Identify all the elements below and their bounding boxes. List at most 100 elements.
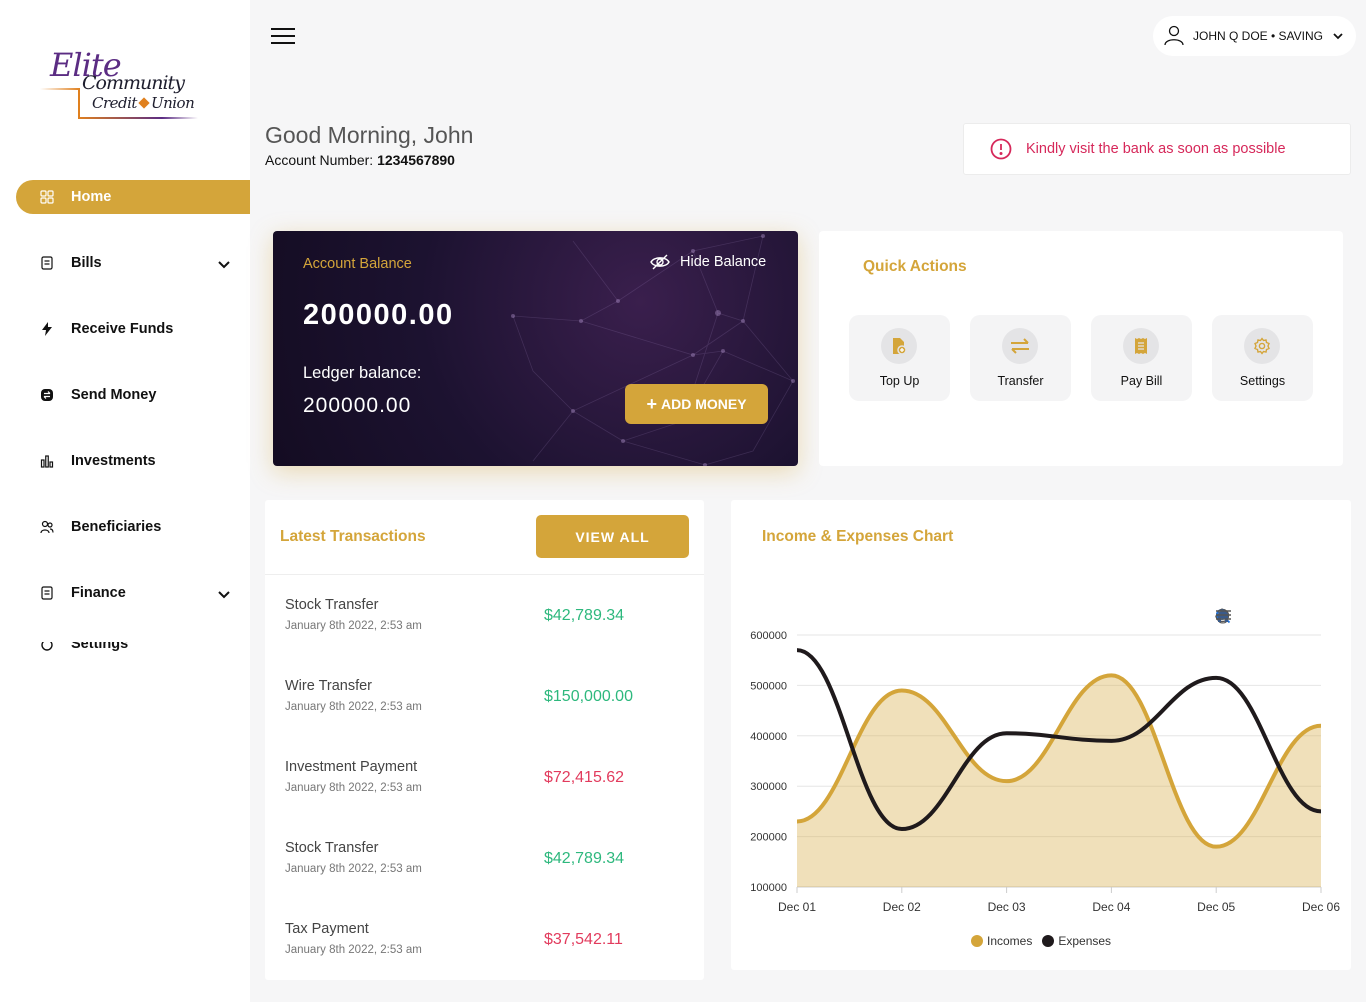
sidebar-item-receive-funds[interactable]: Receive Funds	[16, 312, 250, 346]
add-money-button[interactable]: + ADD MONEY	[625, 384, 768, 424]
transaction-date: January 8th 2022, 2:53 am	[285, 944, 422, 956]
transaction-row[interactable]: Wire Transfer January 8th 2022, 2:53 am …	[265, 678, 704, 759]
add-money-label: ADD MONEY	[660, 396, 747, 412]
sidebar-item-investments[interactable]: Investments	[16, 444, 250, 478]
view-all-button[interactable]: VIEW ALL	[536, 515, 689, 558]
quick-actions-title: Quick Actions	[863, 258, 967, 275]
transaction-date: January 8th 2022, 2:53 am	[285, 782, 422, 794]
sidebar-item-beneficiaries[interactable]: Beneficiaries	[16, 510, 250, 544]
sidebar-item-label: Bills	[71, 255, 102, 271]
quick-action-transfer[interactable]: Transfer	[970, 315, 1071, 401]
balance-title: Account Balance	[303, 256, 412, 272]
legend-item-incomes[interactable]: Incomes	[971, 934, 1032, 948]
x-tick-label: Dec 02	[883, 900, 921, 914]
transaction-amount: $150,000.00	[544, 688, 633, 705]
logo-stroke	[78, 117, 198, 119]
sidebar-item-settings[interactable]: Settings	[16, 642, 250, 652]
sidebar-item-label: Beneficiaries	[71, 519, 162, 535]
logo-stroke	[40, 88, 80, 90]
users-icon	[40, 520, 54, 534]
transaction-title: Stock Transfer	[285, 840, 379, 856]
sidebar-nav: Home Bills Receive Funds Send Money Inve…	[16, 180, 250, 684]
sidebar-item-label: Send Money	[71, 387, 157, 403]
account-number-value: 1234567890	[377, 152, 455, 168]
legend-marker	[971, 935, 983, 947]
grid-icon	[40, 190, 54, 204]
plus-icon: +	[646, 393, 657, 414]
alert-banner: Kindly visit the bank as soon as possibl…	[963, 123, 1351, 175]
sidebar-item-label: Settings	[71, 642, 129, 652]
legend-item-expenses[interactable]: Expenses	[1042, 934, 1111, 948]
quick-action-settings[interactable]: Settings	[1212, 315, 1313, 401]
bill-icon	[1123, 328, 1159, 364]
chart-legend: Incomes Expenses	[971, 934, 1121, 948]
quick-action-pay-bill[interactable]: Pay Bill	[1091, 315, 1192, 401]
income-expenses-chart-card: Income & Expenses Chart 100000 200000 3000…	[731, 500, 1351, 970]
sidebar-item-bills[interactable]: Bills	[16, 246, 250, 280]
balance-amount: 200000.00	[303, 299, 454, 331]
transaction-row[interactable]: Tax Payment January 8th 2022, 2:53 am $3…	[265, 921, 704, 1002]
bolt-icon	[40, 322, 54, 336]
legend-marker	[1042, 935, 1055, 947]
x-tick-label: Dec 06	[1302, 900, 1340, 914]
transaction-row[interactable]: Stock Transfer January 8th 2022, 2:53 am…	[265, 597, 704, 678]
income-expenses-chart: 100000 200000 300000 400000 500000 600000 Dec …	[750, 630, 1340, 914]
transaction-title: Stock Transfer	[285, 597, 379, 613]
logo-text-credit-union: Credit Union	[92, 94, 195, 112]
x-tick-label: Dec 01	[778, 900, 816, 914]
send-icon	[40, 388, 54, 402]
hide-balance-toggle[interactable]: Hide Balance	[650, 254, 766, 270]
x-tick-label: Dec 04	[1092, 900, 1130, 914]
transaction-title: Tax Payment	[285, 921, 369, 937]
brand-logo[interactable]: Elite Community Credit Union	[36, 44, 206, 124]
menu-toggle-button[interactable]	[271, 28, 295, 46]
y-tick-label: 300000	[750, 781, 787, 793]
quick-action-label: Top Up	[879, 374, 920, 388]
hide-balance-label: Hide Balance	[680, 254, 767, 270]
transaction-row[interactable]: Investment Payment January 8th 2022, 2:5…	[265, 759, 704, 840]
y-tick-label: 200000	[750, 832, 787, 844]
account-number-label: Account Number:	[265, 152, 374, 168]
receipt-icon	[40, 586, 54, 600]
logo-text-community: Community	[82, 72, 185, 94]
quick-actions-card: Quick Actions Top Up Transfer Pay Bill S…	[819, 231, 1343, 466]
user-icon	[1163, 24, 1185, 49]
legend-label: Incomes	[987, 934, 1033, 948]
transaction-amount: $42,789.34	[544, 850, 625, 867]
sidebar: Elite Community Credit Union Home Bills R…	[0, 0, 250, 1002]
user-name-label: JOHN Q DOE • SAVING	[1193, 29, 1323, 43]
latest-transactions-card: Latest Transactions VIEW ALL Stock Trans…	[265, 500, 704, 980]
user-menu-dropdown[interactable]: JOHN Q DOE • SAVING	[1153, 16, 1356, 56]
x-tick-label: Dec 03	[988, 900, 1026, 914]
y-tick-label: 500000	[750, 680, 787, 692]
sidebar-item-label: Investments	[71, 453, 156, 469]
transaction-row[interactable]: Stock Transfer January 8th 2022, 2:53 am…	[265, 840, 704, 921]
transaction-date: January 8th 2022, 2:53 am	[285, 863, 422, 875]
alert-circle-icon	[990, 138, 1012, 160]
transaction-date: January 8th 2022, 2:53 am	[285, 701, 422, 713]
sidebar-item-home[interactable]: Home	[16, 180, 250, 214]
transfer-icon	[1002, 328, 1038, 364]
gear-icon	[40, 642, 54, 652]
bar-chart-icon	[40, 454, 54, 468]
legend-label: Expenses	[1058, 934, 1112, 948]
chevron-down-icon[interactable]	[218, 257, 230, 273]
quick-action-top-up[interactable]: Top Up	[849, 315, 950, 401]
alert-text: Kindly visit the bank as soon as possibl…	[1026, 141, 1286, 157]
sidebar-item-label: Home	[71, 189, 112, 205]
sidebar-item-label: Receive Funds	[71, 321, 174, 337]
transaction-amount: $42,789.34	[544, 607, 625, 624]
eye-off-icon	[650, 254, 670, 270]
sidebar-item-finance[interactable]: Finance	[16, 576, 250, 610]
sidebar-item-send-money[interactable]: Send Money	[16, 378, 250, 412]
logo-stroke	[78, 90, 80, 118]
transaction-title: Wire Transfer	[285, 678, 373, 694]
transaction-title: Investment Payment	[285, 759, 418, 775]
quick-action-label: Settings	[1239, 374, 1286, 388]
gear-icon	[1244, 328, 1280, 364]
chevron-down-icon[interactable]	[218, 587, 230, 603]
chevron-down-icon	[1333, 29, 1343, 43]
y-tick-label: 600000	[750, 630, 787, 642]
transaction-amount: $72,415.62	[544, 769, 625, 786]
y-tick-label: 400000	[750, 731, 787, 743]
